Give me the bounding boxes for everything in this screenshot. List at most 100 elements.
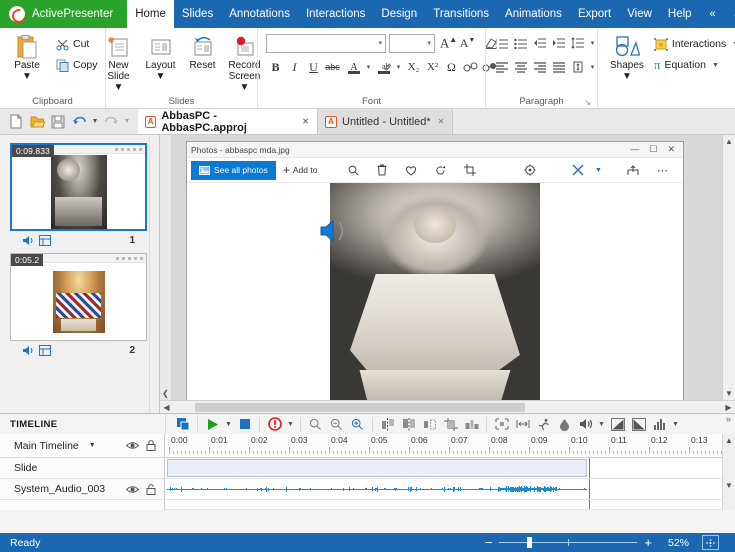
add-to-button[interactable]: + Add to — [276, 163, 325, 177]
document-tab-abbaspc[interactable]: A AbbasPC - AbbasPC.approj ✕ — [138, 109, 318, 134]
collapse-ribbon-icon[interactable]: « — [700, 0, 726, 28]
shapes-button[interactable]: Shapes ▼ — [606, 32, 648, 84]
heart-icon[interactable] — [396, 165, 426, 176]
copy-button[interactable]: Copy — [52, 55, 102, 75]
photos-close-icon[interactable]: ✕ — [667, 144, 675, 155]
highlight-caret-icon[interactable]: ▾ — [393, 63, 404, 71]
volume-caret-icon[interactable]: ▼ — [596, 421, 607, 428]
expand-range-button[interactable] — [512, 415, 533, 434]
font-name-combo[interactable]: ▾ — [266, 33, 386, 53]
align-center-button[interactable] — [511, 58, 530, 77]
main-timeline-caret-icon[interactable]: ▼ — [79, 442, 102, 449]
scroll-down-icon[interactable]: ▼ — [725, 389, 733, 398]
scroll-right-icon[interactable]: ▶ — [722, 403, 735, 412]
hscroll-thumb[interactable] — [195, 402, 525, 412]
menu-tab-slides[interactable]: Slides — [174, 0, 221, 28]
timeline-toolbar-overflow-icon[interactable]: » — [726, 414, 735, 424]
menu-tab-home[interactable]: Home — [127, 0, 174, 28]
edit-create-caret-icon[interactable]: ▼ — [593, 167, 604, 174]
menu-tab-annotations[interactable]: Annotations — [221, 0, 298, 28]
zoom-slider[interactable] — [499, 537, 638, 548]
reset-button[interactable]: Reset — [183, 32, 223, 73]
bulleted-list-button[interactable] — [511, 34, 530, 53]
audio-speaker-object[interactable] — [319, 219, 347, 243]
document-tab-close-icon[interactable]: ✕ — [300, 117, 311, 126]
canvas-vertical-scrollbar[interactable]: ▲ ▼ — [722, 135, 735, 400]
share-icon[interactable] — [618, 164, 648, 176]
track-lock-icon[interactable] — [146, 483, 164, 495]
slide-canvas[interactable]: Photos - abbaspc mda.jpg — ☐ ✕ See all p… — [186, 141, 684, 400]
fit-to-window-button[interactable] — [702, 535, 719, 550]
track-label-system-audio[interactable]: System_Audio_003 — [0, 479, 165, 500]
subscript-button[interactable]: X₂ — [404, 58, 423, 77]
paragraph-dialog-launcher-icon[interactable]: ↘ — [584, 96, 591, 109]
interactions-button[interactable]: Interactions ▼ — [650, 34, 735, 54]
record-screen-caret-icon[interactable]: ▼ — [240, 82, 250, 93]
zoom-out-button[interactable]: − — [485, 536, 493, 549]
track-lane[interactable] — [165, 479, 722, 500]
track-lane[interactable] — [165, 500, 722, 510]
zoom-icon[interactable] — [339, 165, 368, 176]
menu-tab-transitions[interactable]: Transitions — [425, 0, 497, 28]
track-label-partial[interactable] — [0, 500, 165, 510]
slide-thumbnail-1[interactable]: 0:09.833 — [10, 143, 147, 231]
italic-button[interactable]: I — [285, 58, 304, 77]
track-visibility-eye-icon[interactable] — [126, 485, 146, 494]
fade-in-button[interactable] — [607, 415, 628, 434]
normalize-audio-button[interactable] — [649, 415, 670, 434]
font-size-combo[interactable]: ▾ — [389, 33, 435, 53]
equation-button[interactable]: π Equation ▼ — [650, 55, 735, 75]
open-document-button[interactable] — [27, 112, 47, 132]
zoom-out-button[interactable] — [326, 415, 347, 434]
menu-tab-export[interactable]: Export — [570, 0, 619, 28]
bold-button[interactable]: B — [266, 58, 285, 77]
increase-indent-button[interactable] — [549, 34, 568, 53]
font-color-caret-icon[interactable]: ▾ — [363, 63, 374, 71]
enhance-icon[interactable] — [515, 164, 545, 176]
canvas-horizontal-scrollbar[interactable]: ◀ ▶ — [160, 400, 735, 413]
numbered-list-button[interactable]: 1 2 3 — [492, 34, 511, 53]
slide-stage[interactable]: Photos - abbaspc mda.jpg — ☐ ✕ See all p… — [172, 135, 722, 400]
insert-time-button[interactable] — [461, 415, 482, 434]
align-right-button[interactable] — [530, 58, 549, 77]
hscroll-track[interactable] — [173, 402, 722, 413]
zoom-to-fit-button[interactable] — [305, 415, 326, 434]
play-button[interactable] — [202, 415, 223, 434]
menu-tab-animations[interactable]: Animations — [497, 0, 570, 28]
insert-link-button[interactable] — [461, 58, 480, 77]
menu-tab-design[interactable]: Design — [373, 0, 425, 28]
slide-thumbnail-2[interactable]: 0:05.2 — [10, 253, 147, 341]
equation-caret-icon[interactable]: ▼ — [710, 62, 721, 69]
superscript-button[interactable]: X² — [423, 58, 442, 77]
track-label-slide[interactable]: Slide — [0, 458, 165, 479]
grow-font-button[interactable]: A▲ — [439, 34, 458, 53]
record-caret-icon[interactable]: ▼ — [285, 421, 296, 428]
scroll-down-icon[interactable]: ▼ — [725, 481, 733, 490]
timeline-vertical-scrollbar[interactable]: ▲ — [722, 434, 735, 458]
layout-caret-icon[interactable]: ▼ — [156, 71, 166, 82]
interactions-caret-icon[interactable]: ▼ — [730, 41, 735, 48]
menu-tab-interactions[interactable]: Interactions — [298, 0, 373, 28]
undo-caret-icon[interactable]: ▼ — [90, 118, 100, 125]
align-left-button[interactable] — [492, 58, 511, 77]
crop-time-button[interactable] — [440, 415, 461, 434]
zoom-in-button[interactable]: + — [644, 536, 652, 549]
record-button[interactable] — [264, 415, 285, 434]
document-tab-close-icon[interactable]: ✕ — [436, 117, 447, 126]
layout-button[interactable]: Layout ▼ — [141, 32, 181, 84]
underline-button[interactable]: U — [304, 58, 323, 77]
scroll-left-icon[interactable]: ◀ — [160, 403, 173, 412]
new-document-button[interactable] — [6, 112, 26, 132]
timeline-ruler[interactable]: 0:00 0:01 0:02 0:03 0:04 0:05 0:06 0:07 … — [165, 434, 722, 458]
menu-tab-view[interactable]: View — [619, 0, 660, 28]
cut-button[interactable]: Cut — [52, 34, 102, 54]
timeline-vertical-scrollbar-body[interactable] — [722, 500, 735, 510]
stop-button[interactable] — [234, 415, 255, 434]
justify-button[interactable] — [549, 58, 568, 77]
symbol-button[interactable]: Ω — [442, 58, 461, 77]
highlight-button[interactable]: ab — [374, 58, 393, 77]
slides-panel-scrollbar[interactable] — [149, 135, 159, 413]
volume-tool-button[interactable] — [575, 415, 596, 434]
timeline-vertical-scrollbar-body[interactable]: ▼ — [722, 479, 735, 500]
playback-speed-button[interactable] — [533, 415, 554, 434]
